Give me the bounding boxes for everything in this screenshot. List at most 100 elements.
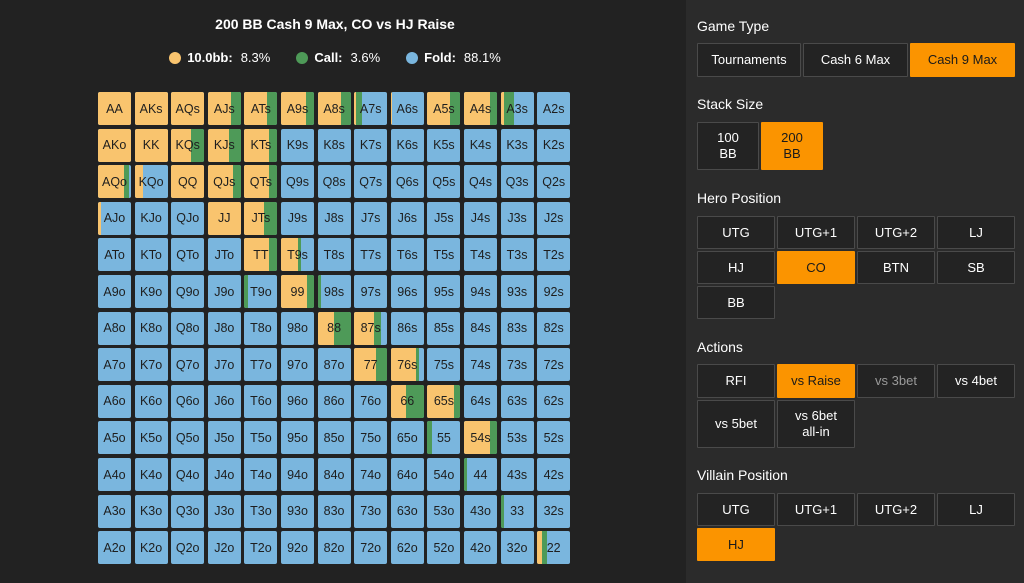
- hand-cell[interactable]: T2s: [537, 238, 571, 272]
- hand-cell[interactable]: 73o: [354, 494, 388, 528]
- hand-cell[interactable]: 44: [464, 458, 497, 491]
- hand-cell[interactable]: AKo: [98, 128, 131, 162]
- hand-cell[interactable]: 86o: [317, 384, 351, 418]
- hand-cell[interactable]: KJo: [134, 201, 168, 235]
- hand-cell[interactable]: 62o: [390, 531, 424, 565]
- hero-sb-button[interactable]: SB: [937, 251, 1015, 284]
- hand-cell[interactable]: 63o: [390, 494, 424, 528]
- hand-cell[interactable]: 99: [281, 275, 314, 308]
- hand-cell[interactable]: Q3o: [171, 494, 205, 528]
- hand-cell[interactable]: ATo: [98, 238, 131, 272]
- hand-cell[interactable]: K9s: [281, 128, 314, 162]
- hand-cell[interactable]: J9s: [281, 201, 314, 235]
- hand-cell[interactable]: 97o: [281, 348, 314, 382]
- hand-cell[interactable]: J6s: [390, 201, 424, 235]
- hand-cell[interactable]: QJs: [207, 165, 241, 199]
- hand-cell[interactable]: K5o: [134, 421, 168, 455]
- hand-cell[interactable]: 83o: [317, 494, 351, 528]
- hand-cell[interactable]: J2o: [207, 531, 241, 565]
- hand-cell[interactable]: 75o: [354, 421, 388, 455]
- hand-cell[interactable]: A8o: [98, 311, 131, 345]
- hand-cell[interactable]: AQo: [98, 165, 131, 199]
- hero-bb-button[interactable]: BB: [697, 286, 775, 319]
- hand-cell[interactable]: AKs: [134, 92, 168, 125]
- hand-cell[interactable]: 54s: [464, 421, 497, 455]
- hand-cell[interactable]: K4o: [134, 458, 168, 491]
- hand-cell[interactable]: J5o: [207, 421, 241, 455]
- hand-cell[interactable]: K4s: [464, 128, 497, 162]
- hero-co-button[interactable]: CO: [777, 251, 855, 284]
- hand-cell[interactable]: Q9o: [171, 275, 205, 308]
- hand-cell[interactable]: T9o: [244, 275, 278, 308]
- action-rfi-button[interactable]: RFI: [697, 364, 775, 398]
- hand-cell[interactable]: 74s: [464, 348, 497, 382]
- villain-utg1-button[interactable]: UTG+1: [777, 493, 855, 526]
- hand-cell[interactable]: 74o: [354, 458, 388, 491]
- hand-cell[interactable]: Q7o: [171, 348, 205, 382]
- hand-cell[interactable]: KTs: [244, 128, 278, 162]
- hand-cell[interactable]: 76s: [390, 348, 424, 382]
- hand-cell[interactable]: AA: [98, 92, 131, 125]
- hand-cell[interactable]: KQo: [134, 165, 168, 199]
- hero-utg1-button[interactable]: UTG+1: [777, 216, 855, 249]
- hand-cell[interactable]: A4o: [98, 458, 131, 491]
- hand-cell[interactable]: 96o: [281, 384, 314, 418]
- hand-cell[interactable]: T5s: [427, 238, 461, 272]
- hand-cell[interactable]: AJo: [98, 201, 131, 235]
- hand-cell[interactable]: JJ: [207, 201, 241, 235]
- hand-cell[interactable]: 93o: [281, 494, 314, 528]
- hand-cell[interactable]: Q2s: [537, 165, 571, 199]
- hand-cell[interactable]: Q8o: [171, 311, 205, 345]
- hand-cell[interactable]: 32s: [537, 494, 571, 528]
- hand-cell[interactable]: J9o: [207, 275, 241, 308]
- hand-cell[interactable]: K3o: [134, 494, 168, 528]
- hand-cell[interactable]: T4s: [464, 238, 497, 272]
- hand-cell[interactable]: 33: [500, 494, 534, 528]
- hand-cell[interactable]: T8o: [244, 311, 278, 345]
- hand-cell[interactable]: J7o: [207, 348, 241, 382]
- game-type-tournaments-button[interactable]: Tournaments: [697, 43, 801, 77]
- hand-cell[interactable]: A5s: [427, 92, 461, 125]
- hand-cell[interactable]: 65o: [390, 421, 424, 455]
- hand-cell[interactable]: A6o: [98, 384, 131, 418]
- hand-cell[interactable]: J4s: [464, 201, 497, 235]
- hand-cell[interactable]: K3s: [500, 128, 534, 162]
- hand-cell[interactable]: 95s: [427, 275, 461, 308]
- hand-cell[interactable]: Q3s: [500, 165, 534, 199]
- hand-cell[interactable]: A4s: [464, 92, 497, 125]
- hand-cell[interactable]: Q6o: [171, 384, 205, 418]
- hand-cell[interactable]: 87s: [354, 311, 388, 345]
- hand-cell[interactable]: 52s: [537, 421, 571, 455]
- action-vs-4bet-button[interactable]: vs 4bet: [937, 364, 1015, 398]
- hand-cell[interactable]: T6s: [390, 238, 424, 272]
- hand-cell[interactable]: 87o: [317, 348, 351, 382]
- hand-cell[interactable]: 98s: [317, 275, 351, 308]
- hand-cell[interactable]: T2o: [244, 531, 278, 565]
- hand-cell[interactable]: T8s: [317, 238, 351, 272]
- hand-cell[interactable]: 62s: [537, 384, 571, 418]
- hand-cell[interactable]: 92o: [281, 531, 314, 565]
- game-type-cash9-button[interactable]: Cash 9 Max: [910, 43, 1015, 77]
- hand-cell[interactable]: 97s: [354, 275, 388, 308]
- hand-cell[interactable]: J3s: [500, 201, 534, 235]
- action-vs-5bet-button[interactable]: vs 5bet: [697, 400, 775, 448]
- hand-cell[interactable]: J3o: [207, 494, 241, 528]
- hand-cell[interactable]: J8o: [207, 311, 241, 345]
- hand-cell[interactable]: Q2o: [171, 531, 205, 565]
- hand-cell[interactable]: T6o: [244, 384, 278, 418]
- villain-hj-button[interactable]: HJ: [697, 528, 775, 561]
- hand-cell[interactable]: QJo: [171, 201, 205, 235]
- hand-cell[interactable]: 92s: [537, 275, 571, 308]
- hand-cell[interactable]: 72s: [537, 348, 571, 382]
- hand-cell[interactable]: A2s: [537, 92, 571, 125]
- hand-cell[interactable]: A5o: [98, 421, 131, 455]
- hand-cell[interactable]: A6s: [390, 92, 424, 125]
- hand-cell[interactable]: JTo: [207, 238, 241, 272]
- action-vs-3bet-button[interactable]: vs 3bet: [857, 364, 935, 398]
- hand-cell[interactable]: 84o: [317, 458, 351, 491]
- hand-cell[interactable]: 88: [317, 311, 351, 345]
- hand-cell[interactable]: 65s: [427, 384, 461, 418]
- hand-cell[interactable]: T3o: [244, 494, 278, 528]
- hand-cell[interactable]: JTs: [244, 201, 278, 235]
- hand-cell[interactable]: Q5s: [427, 165, 461, 199]
